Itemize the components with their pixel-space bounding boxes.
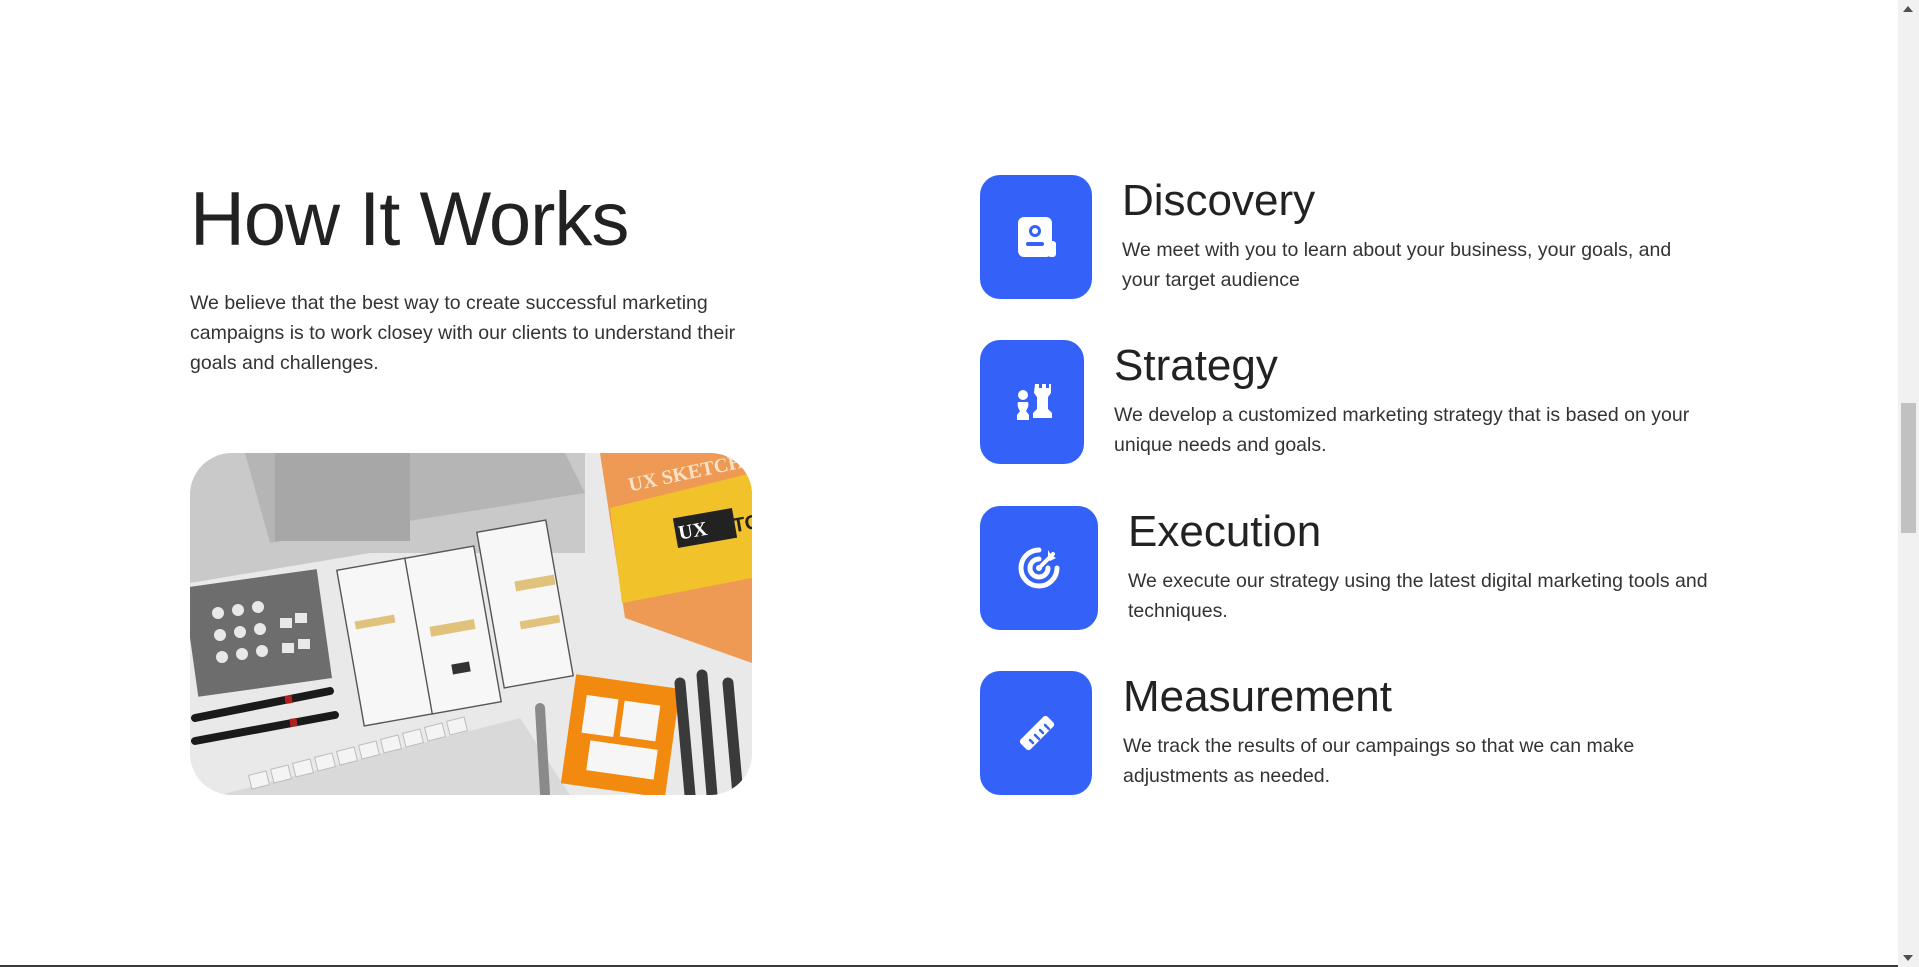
how-it-works-intro: How It Works We believe that the best wa… bbox=[190, 170, 770, 378]
step-title: Execution bbox=[1128, 507, 1322, 556]
step-title: Measurement bbox=[1123, 672, 1393, 721]
step-description: We execute our strategy using the latest… bbox=[1128, 570, 1708, 622]
page: How It Works We believe that the best wa… bbox=[0, 0, 1919, 967]
step-description: We track the results of our campaings so… bbox=[1123, 735, 1635, 787]
scroll-up-arrow-icon[interactable] bbox=[1903, 6, 1913, 12]
workspace-illustration: UX UX SKETCH STO bbox=[190, 453, 752, 795]
contact-card-icon bbox=[980, 175, 1092, 299]
section-intro: We believe that the best way to create s… bbox=[190, 292, 736, 374]
step-title: Discovery bbox=[1122, 176, 1316, 225]
section-title: How It Works bbox=[190, 177, 629, 262]
chess-pieces-icon bbox=[980, 340, 1084, 464]
ruler-icon bbox=[980, 671, 1092, 795]
scroll-down-arrow-icon[interactable] bbox=[1903, 955, 1913, 961]
scrollbar-thumb[interactable] bbox=[1901, 403, 1916, 533]
hero-image: UX UX SKETCH STO bbox=[190, 453, 752, 795]
vertical-scrollbar[interactable] bbox=[1898, 0, 1919, 967]
step-title: Strategy bbox=[1114, 341, 1278, 390]
step-description: We meet with you to learn about your bus… bbox=[1122, 239, 1672, 291]
step-description: We develop a customized marketing strate… bbox=[1114, 404, 1690, 456]
target-icon bbox=[980, 506, 1098, 630]
